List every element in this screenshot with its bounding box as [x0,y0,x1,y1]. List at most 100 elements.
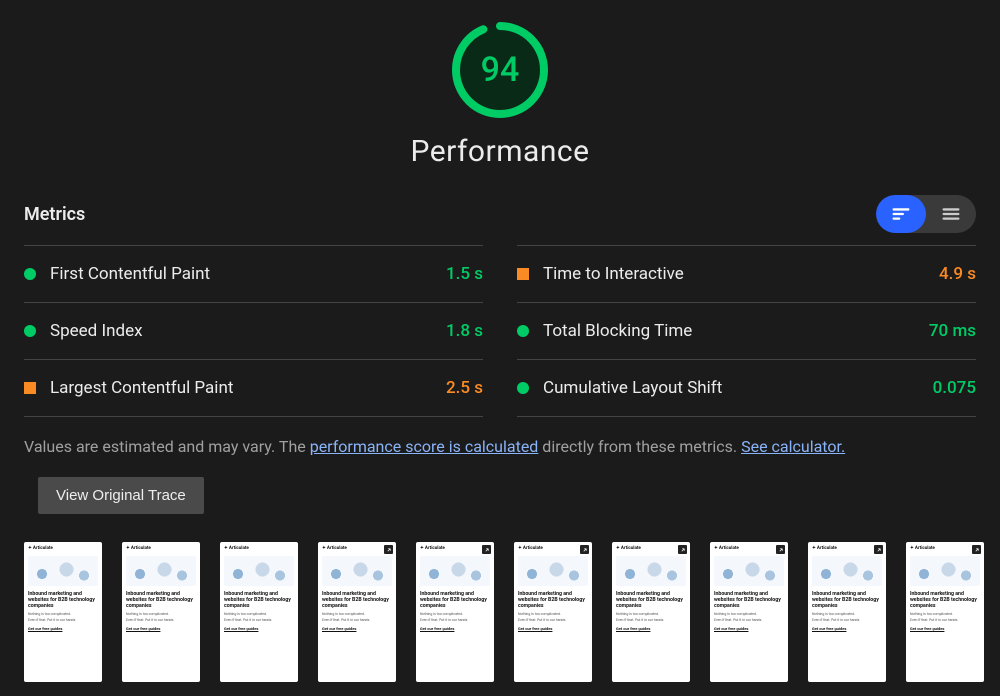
thumb-subtext: Even if that. Put it in our hands. [812,618,882,622]
thumb-headline: Inbound marketing and websites for B2B t… [812,592,882,610]
thumb-subtext: Nothing is too complicated. [126,612,196,616]
thumb-cta: Get our free guides [224,626,294,631]
thumb-hero-image [518,556,588,586]
view-original-trace-button[interactable]: View Original Trace [38,477,204,514]
thumb-hero-image [224,556,294,586]
status-dot-icon [517,325,529,337]
thumb-headline: Inbound marketing and websites for B2B t… [126,592,196,610]
thumb-subtext: Nothing is too complicated. [224,612,294,616]
thumb-brand: ✦ Articulate [714,546,784,551]
filmstrip-thumbnail[interactable]: ✦ ArticulateInbound marketing and websit… [416,542,494,682]
page-title: Performance [410,134,589,169]
filmstrip-thumbnail[interactable]: ✦ Articulate Inbound marketing and websit… [122,542,200,682]
status-dot-icon [24,268,36,280]
thumb-cta: Get our free guides [322,626,392,631]
thumb-hero-image [616,556,686,586]
thumb-headline: Inbound marketing and websites for B2B t… [616,592,686,610]
thumb-subtext: Nothing is too complicated. [28,612,98,616]
footnote-text: directly from these metrics. [538,437,741,456]
expand-icon [776,545,785,554]
thumb-headline: Inbound marketing and websites for B2B t… [224,592,294,610]
expand-icon [482,545,491,554]
thumb-cta: Get our free guides [616,626,686,631]
metric-value: 70 ms [929,321,976,341]
expand-icon [874,545,883,554]
thumb-subtext: Nothing is too complicated. [420,612,490,616]
metric-name: Total Blocking Time [543,321,915,341]
view-toggle [876,195,976,233]
filmstrip-thumbnail[interactable]: ✦ Articulate Inbound marketing and websit… [220,542,298,682]
thumb-subtext: Even if that. Put it in our hands. [126,618,196,622]
thumb-subtext: Even if that. Put it in our hands. [714,618,784,622]
metric-cls[interactable]: Cumulative Layout Shift 0.075 [517,359,976,417]
thumb-headline: Inbound marketing and websites for B2B t… [322,592,392,610]
metric-value: 4.9 s [939,264,976,284]
score-value: 94 [450,20,550,120]
metric-value: 2.5 s [446,378,483,398]
metric-name: Time to Interactive [543,264,925,284]
filmstrip-thumbnail[interactable]: ✦ Articulate Inbound marketing and websit… [318,542,396,682]
filmstrip-thumbnail[interactable]: ✦ ArticulateInbound marketing and websit… [906,542,984,682]
score-calculation-link[interactable]: performance score is calculated [310,437,539,456]
performance-gauge-area: 94 Performance [24,20,976,169]
filmstrip-thumbnail[interactable]: ✦ Articulate Inbound marketing and websit… [514,542,592,682]
filmstrip-thumbnail[interactable]: ✦ Articulate Inbound marketing and websit… [710,542,788,682]
thumb-headline: Inbound marketing and websites for B2B t… [420,592,490,610]
score-gauge: 94 [450,20,550,120]
toggle-compact-button[interactable] [926,195,976,233]
thumb-headline: Inbound marketing and websites for B2B t… [714,592,784,610]
metric-tti[interactable]: Time to Interactive 4.9 s [517,245,976,302]
menu-icon [940,203,962,225]
thumb-brand: ✦ Articulate [322,546,392,551]
thumb-headline: Inbound marketing and websites for B2B t… [910,592,980,610]
metric-lcp[interactable]: Largest Contentful Paint 2.5 s [24,359,483,417]
metric-name: First Contentful Paint [50,264,432,284]
thumb-hero-image [714,556,784,586]
status-dot-icon [517,382,529,394]
thumb-hero-image [910,556,980,586]
metrics-footnote: Values are estimated and may vary. The p… [24,435,976,459]
thumb-subtext: Even if that. Put it in our hands. [420,618,490,622]
metric-name: Largest Contentful Paint [50,378,432,398]
thumb-brand: ✦ Articulate [616,546,686,551]
metric-tbt[interactable]: Total Blocking Time 70 ms [517,302,976,359]
thumb-headline: Inbound marketing and websites for B2B t… [518,592,588,610]
thumb-brand: ✦ Articulate [224,546,294,551]
thumb-headline: Inbound marketing and websites for B2B t… [28,592,98,610]
filmstrip-thumbnail[interactable]: ✦ Articulate Inbound marketing and websit… [612,542,690,682]
thumb-brand: ✦ Articulate [126,546,196,551]
thumb-subtext: Even if that. Put it in our hands. [224,618,294,622]
thumb-brand: ✦ Articulate [518,546,588,551]
expand-icon [580,545,589,554]
thumb-hero-image [322,556,392,586]
thumb-subtext: Nothing is too complicated. [616,612,686,616]
metric-si[interactable]: Speed Index1.8 s [24,302,483,359]
metric-name: Cumulative Layout Shift [543,378,919,398]
toggle-expanded-button[interactable] [876,195,926,233]
thumb-subtext: Even if that. Put it in our hands. [28,618,98,622]
see-calculator-link[interactable]: See calculator. [741,437,845,456]
thumb-subtext: Even if that. Put it in our hands. [910,618,980,622]
align-left-icon [890,203,912,225]
thumb-hero-image [126,556,196,586]
metrics-grid: First Contentful Paint1.5 sSpeed Index1.… [24,245,976,417]
thumb-cta: Get our free guides [518,626,588,631]
footnote-text: Values are estimated and may vary. The [24,437,310,456]
metric-fcp[interactable]: First Contentful Paint1.5 s [24,245,483,302]
thumb-hero-image [812,556,882,586]
thumb-cta: Get our free guides [126,626,196,631]
expand-icon [678,545,687,554]
thumb-subtext: Nothing is too complicated. [812,612,882,616]
thumb-cta: Get our free guides [714,626,784,631]
filmstrip-thumbnail[interactable]: ✦ Articulate Inbound marketing and websit… [808,542,886,682]
metric-name: Speed Index [50,321,432,341]
thumb-subtext: Nothing is too complicated. [322,612,392,616]
thumb-cta: Get our free guides [812,626,882,631]
thumb-brand: ✦ Articulate [812,546,882,551]
thumb-cta: Get our free guides [420,626,490,631]
thumb-subtext: Nothing is too complicated. [714,612,784,616]
status-dot-icon [24,325,36,337]
expand-icon [384,545,393,554]
metric-value: 0.075 [933,378,976,398]
filmstrip-thumbnail[interactable]: ✦ ArticulateInbound marketing and websit… [24,542,102,682]
